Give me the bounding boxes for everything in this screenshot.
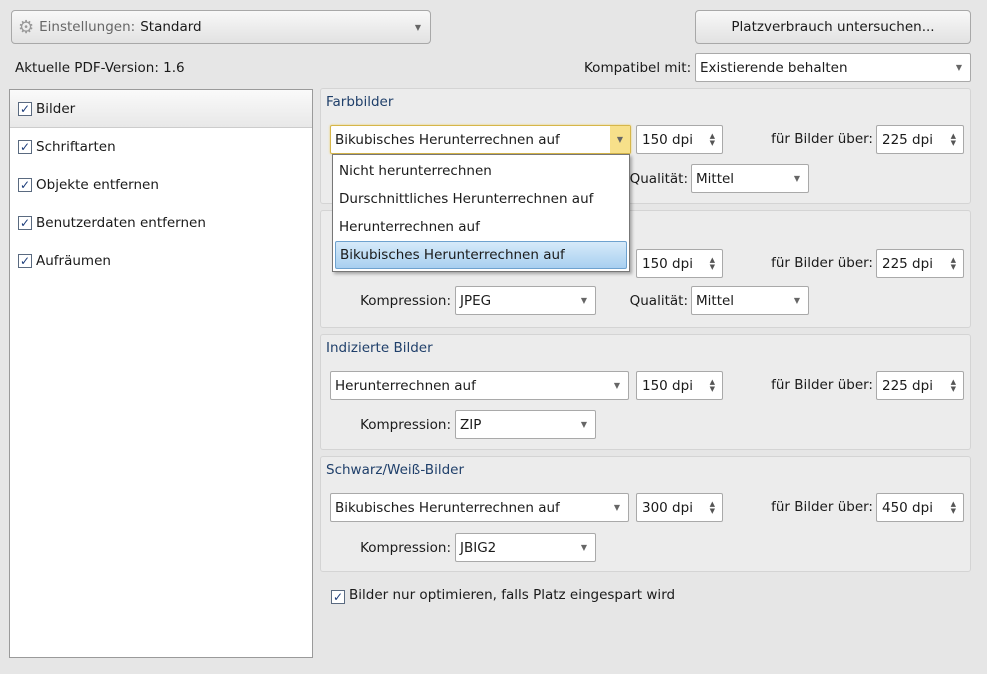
color-above-dpi-spinner[interactable]: 225 dpi ▲ ▼ [876, 125, 964, 154]
indexed-above-dpi-spinner[interactable]: 225 dpi ▲ ▼ [876, 371, 964, 400]
spinner-arrows-icon[interactable]: ▲ ▼ [951, 132, 956, 147]
chevron-down-icon: ▼ [580, 420, 587, 429]
select-value: Bikubisches Herunterrechnen auf [335, 499, 560, 516]
color-quality-select[interactable]: Mittel ▼ [691, 164, 809, 193]
group-title: Schwarz/Weiß-Bilder [326, 462, 464, 478]
indexed-method-select[interactable]: Herunterrechnen auf ▼ [330, 371, 629, 400]
compat-select[interactable]: Existierende behalten ▼ [695, 53, 971, 82]
bw-above-dpi-spinner[interactable]: 450 dpi ▲ ▼ [876, 493, 964, 522]
dropdown-option[interactable]: Durschnittliches Herunterrechnen auf [335, 185, 627, 213]
spinner-value: 150 dpi [642, 131, 693, 148]
sidebar-item-label: Benutzerdaten entfernen [36, 215, 206, 231]
quality-label: Qualität: [629, 293, 688, 309]
sidebar-item-bilder[interactable]: ✓ Bilder [10, 90, 312, 128]
sidebar-item-aufraeumen[interactable]: ✓ Aufräumen [10, 242, 312, 280]
sidebar-item-label: Schriftarten [36, 139, 116, 155]
spinner-arrows-icon[interactable]: ▲ ▼ [710, 500, 715, 515]
settings-dropdown[interactable]: ⚙ Einstellungen: Standard ▼ [11, 10, 431, 44]
chevron-down-icon: ▼ [580, 296, 587, 305]
compression-label: Kompression: [360, 417, 451, 433]
settings-value: Standard [140, 19, 202, 35]
checkbox-icon[interactable]: ✓ [18, 101, 32, 116]
select-value: ZIP [460, 416, 482, 433]
select-value: JPEG [460, 292, 492, 309]
checkbox-label: Bilder nur optimieren, falls Platz einge… [349, 587, 676, 603]
chevron-down-icon: ▼ [613, 503, 620, 512]
sidebar-item-benutzerdaten[interactable]: ✓ Benutzerdaten entfernen [10, 204, 312, 242]
spinner-value: 225 dpi [882, 377, 933, 394]
pdf-version: Aktuelle PDF-Version: 1.6 [15, 60, 185, 76]
gray-compression-select[interactable]: JPEG ▼ [455, 286, 596, 315]
spinner-arrows-icon[interactable]: ▲ ▼ [951, 500, 956, 515]
spinner-value: 225 dpi [882, 255, 933, 272]
chevron-down-icon: ▼ [580, 543, 587, 552]
optimize-only-checkbox[interactable]: ✓ Bilder nur optimieren, falls Platz eing… [331, 587, 675, 604]
chevron-down-icon: ▼ [414, 22, 421, 32]
compression-label: Kompression: [360, 540, 451, 556]
group-title: Farbbilder [326, 94, 394, 110]
sidebar: ✓ Bilder ✓ Schriftarten ✓ Objekte entfernen… [9, 89, 313, 658]
gray-dpi-spinner[interactable]: 150 dpi ▲ ▼ [636, 249, 723, 278]
select-value: JBIG2 [460, 539, 497, 556]
dropdown-option-selected[interactable]: Bikubisches Herunterrechnen auf [335, 241, 627, 269]
chevron-down-icon: ▼ [610, 126, 630, 153]
settings-label: Einstellungen: [39, 19, 136, 35]
sidebar-item-schriftarten[interactable]: ✓ Schriftarten [10, 128, 312, 166]
checkbox-icon[interactable]: ✓ [18, 178, 32, 192]
sidebar-item-label: Aufräumen [36, 253, 111, 269]
dropdown-option[interactable]: Herunterrechnen auf [335, 213, 627, 241]
spinner-value: 225 dpi [882, 131, 933, 148]
gray-above-dpi-spinner[interactable]: 225 dpi ▲ ▼ [876, 249, 964, 278]
gray-quality-select[interactable]: Mittel ▼ [691, 286, 809, 315]
spinner-value: 300 dpi [642, 499, 693, 516]
compat-value: Existierende behalten [700, 59, 848, 76]
sidebar-item-objekte[interactable]: ✓ Objekte entfernen [10, 166, 312, 204]
spinner-arrows-icon[interactable]: ▲ ▼ [951, 378, 956, 393]
audit-space-button[interactable]: Platzverbrauch untersuchen... [695, 10, 971, 44]
spinner-arrows-icon[interactable]: ▲ ▼ [710, 132, 715, 147]
compat-label: Kompatibel mit: [584, 60, 692, 76]
spinner-arrows-icon[interactable]: ▲ ▼ [951, 256, 956, 271]
select-value: Mittel [696, 170, 735, 187]
method-dropdown-list: Nicht herunterrechnen Durschnittliches H… [332, 154, 630, 272]
spinner-arrows-icon[interactable]: ▲ ▼ [710, 378, 715, 393]
color-method-select[interactable]: Bikubisches Herunterrechnen auf ▼ [330, 125, 631, 154]
select-value: Mittel [696, 292, 735, 309]
chevron-down-icon: ▼ [955, 63, 962, 72]
indexed-compression-select[interactable]: ZIP ▼ [455, 410, 596, 439]
chevron-down-icon: ▼ [793, 296, 800, 305]
checkbox-icon[interactable]: ✓ [18, 216, 32, 230]
compression-label: Kompression: [360, 293, 451, 309]
color-dpi-spinner[interactable]: 150 dpi ▲ ▼ [636, 125, 723, 154]
select-value: Bikubisches Herunterrechnen auf [335, 131, 560, 148]
above-label: für Bilder über: [771, 131, 873, 147]
above-label: für Bilder über: [771, 377, 873, 393]
dropdown-option[interactable]: Nicht herunterrechnen [335, 157, 627, 185]
checkbox-icon[interactable]: ✓ [18, 140, 32, 154]
chevron-down-icon: ▼ [793, 174, 800, 183]
above-label: für Bilder über: [771, 255, 873, 271]
indexed-dpi-spinner[interactable]: 150 dpi ▲ ▼ [636, 371, 723, 400]
spinner-value: 150 dpi [642, 377, 693, 394]
sidebar-item-label: Bilder [36, 100, 76, 117]
checkbox-icon[interactable]: ✓ [331, 590, 345, 604]
select-value: Herunterrechnen auf [335, 377, 476, 394]
group-title: Indizierte Bilder [326, 340, 433, 356]
spinner-arrows-icon[interactable]: ▲ ▼ [710, 256, 715, 271]
chevron-down-icon: ▼ [613, 381, 620, 390]
bw-method-select[interactable]: Bikubisches Herunterrechnen auf ▼ [330, 493, 629, 522]
bw-compression-select[interactable]: JBIG2 ▼ [455, 533, 596, 562]
checkbox-icon[interactable]: ✓ [18, 254, 32, 268]
sidebar-item-label: Objekte entfernen [36, 177, 159, 193]
spinner-value: 450 dpi [882, 499, 933, 516]
spinner-value: 150 dpi [642, 255, 693, 272]
gears-icon: ⚙ [18, 16, 35, 38]
above-label: für Bilder über: [771, 499, 873, 515]
bw-dpi-spinner[interactable]: 300 dpi ▲ ▼ [636, 493, 723, 522]
